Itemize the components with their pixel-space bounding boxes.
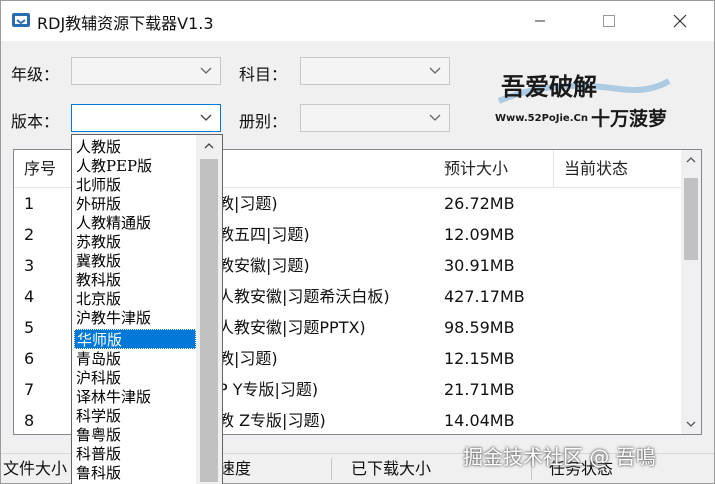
row-index: 6	[24, 349, 35, 368]
row-size: 12.09MB	[444, 225, 515, 244]
row-index: 5	[24, 318, 35, 337]
close-icon	[673, 14, 687, 28]
dropdown-item[interactable]: 教科版	[74, 270, 196, 290]
row-name: 教|习题)	[218, 349, 278, 368]
row-size: 26.72MB	[444, 194, 515, 213]
dropdown-item[interactable]: 冀教版	[74, 251, 196, 271]
column-header-status[interactable]: 当前状态	[554, 150, 682, 188]
chevron-down-icon	[429, 114, 441, 121]
edition-select[interactable]	[71, 104, 221, 132]
dropdown-scrollbar[interactable]	[196, 135, 222, 484]
row-size: 14.04MB	[444, 411, 515, 430]
list-scrollbar[interactable]	[681, 150, 701, 434]
row-size: 30.91MB	[444, 256, 515, 275]
edition-label: 版本：	[11, 112, 60, 131]
logo-52pojie: 吾爱破解 Www.52PoJie.Cn 十万菠萝	[489, 59, 699, 139]
row-index: 3	[24, 256, 35, 275]
row-size: 21.71MB	[444, 380, 515, 399]
row-size: 98.59MB	[444, 318, 515, 337]
chevron-down-icon	[686, 421, 696, 427]
status-speed: 速度	[219, 459, 252, 478]
chevron-up-icon	[686, 157, 696, 163]
dropdown-item[interactable]: 北师版	[74, 175, 196, 195]
row-name: P Y专版|习题)	[218, 380, 319, 399]
row-name: 人教安徽|习题PPTX)	[218, 318, 366, 337]
dropdown-item[interactable]: 外研版	[74, 194, 196, 214]
status-divider	[331, 458, 332, 480]
row-size: 427.17MB	[444, 287, 525, 306]
dropdown-item[interactable]: 青岛版	[74, 349, 196, 369]
row-index: 8	[24, 411, 35, 430]
status-file-size: 文件大小	[3, 459, 68, 478]
logo-url-text: Www.52PoJie.Cn	[495, 113, 588, 124]
chevron-down-icon	[429, 67, 441, 74]
column-header-size[interactable]: 预计大小	[434, 150, 554, 188]
maximize-icon	[603, 15, 615, 27]
app-window: RDJ教辅资源下载器V1.3 年级： 科目： 版本： 册别： 吾爱破解 Www.…	[0, 0, 715, 484]
close-button[interactable]	[657, 1, 703, 41]
edition-dropdown-list[interactable]: 人教版 人教PEP版 北师版 外研版 人教精通版 苏教版 冀教版 教科版 北京版…	[71, 134, 223, 484]
app-icon	[12, 13, 30, 27]
chevron-down-icon	[200, 114, 212, 121]
grade-select[interactable]	[71, 57, 221, 85]
dropdown-item[interactable]: 科学版	[74, 406, 196, 426]
status-downloaded: 已下载大小	[351, 459, 432, 478]
chevron-down-icon	[200, 67, 212, 74]
dropdown-item[interactable]: 沪教牛津版	[74, 308, 196, 328]
dropdown-item[interactable]: 沪科版	[74, 368, 196, 388]
row-name: 教五四|习题)	[218, 225, 310, 244]
dropdown-item[interactable]: 苏教版	[74, 232, 196, 252]
maximize-button[interactable]	[586, 1, 632, 41]
grade-label: 年级：	[11, 65, 60, 84]
dropdown-item[interactable]: 译林牛津版	[74, 387, 196, 407]
row-name: 人教安徽|习题希沃白板)	[218, 287, 390, 306]
row-index: 1	[24, 194, 35, 213]
subject-label: 科目：	[239, 65, 288, 84]
row-index: 2	[24, 225, 35, 244]
minimize-button[interactable]	[517, 1, 563, 41]
dropdown-item[interactable]: 人教精通版	[74, 213, 196, 233]
title-bar[interactable]: RDJ教辅资源下载器V1.3	[1, 1, 714, 41]
dropdown-item[interactable]: 鲁科版	[74, 463, 196, 483]
dropdown-item-selected[interactable]: 华师版	[74, 329, 196, 349]
watermark-text: 掘金技术社区 @ 吾鳴	[463, 445, 656, 469]
dropdown-scroll-up-button[interactable]	[196, 135, 222, 157]
scroll-up-button[interactable]	[681, 150, 701, 170]
dropdown-scroll-thumb[interactable]	[200, 159, 218, 482]
dropdown-item[interactable]: 科普版	[74, 444, 196, 464]
row-name: 教安徽|习题)	[218, 256, 310, 275]
chevron-up-icon	[204, 143, 214, 149]
volume-label: 册别：	[239, 112, 288, 131]
scroll-down-button[interactable]	[681, 414, 701, 434]
dropdown-item[interactable]: 鲁粤版	[74, 425, 196, 445]
subject-select[interactable]	[300, 57, 450, 85]
minimize-icon	[535, 20, 545, 22]
logo-tagline-text: 十万菠萝	[591, 107, 667, 130]
logo-main-text: 吾爱破解	[501, 72, 597, 101]
dropdown-item[interactable]: 北京版	[74, 289, 196, 309]
row-index: 4	[24, 287, 35, 306]
window-title: RDJ教辅资源下载器V1.3	[37, 14, 214, 33]
scroll-thumb[interactable]	[684, 178, 698, 260]
row-name: 教|习题)	[218, 194, 278, 213]
dropdown-item[interactable]: 人教PEP版	[74, 156, 196, 176]
volume-select[interactable]	[300, 104, 450, 132]
row-name: 教 Z专版|习题)	[218, 411, 326, 430]
row-index: 7	[24, 380, 35, 399]
dropdown-item[interactable]: 人教版	[74, 137, 196, 157]
row-size: 12.15MB	[444, 349, 515, 368]
